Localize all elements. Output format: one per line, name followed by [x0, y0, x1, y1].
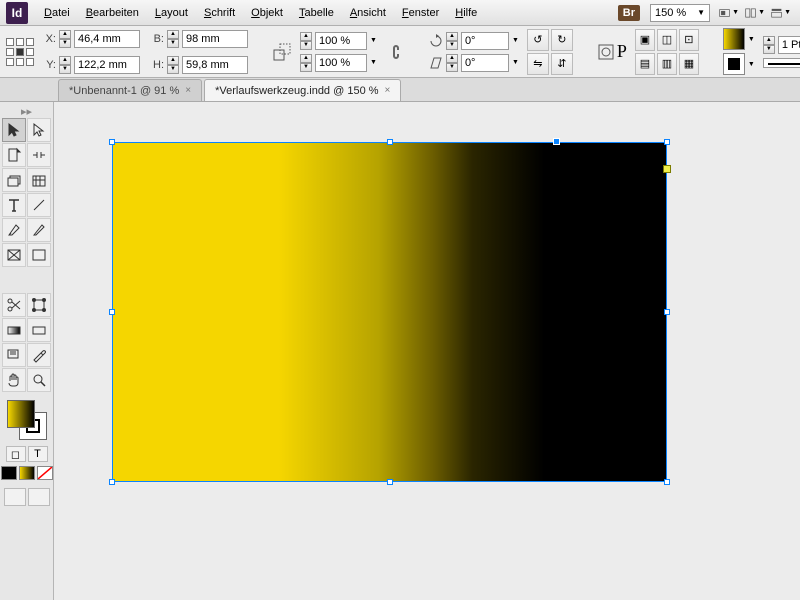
- zoom-level-field[interactable]: 150 %▼: [650, 4, 710, 22]
- rectangle-tool[interactable]: [27, 243, 51, 267]
- resize-handle[interactable]: [109, 309, 115, 315]
- formatting-container-button[interactable]: ◻: [6, 446, 26, 462]
- fit-frame-button[interactable]: ◫: [657, 29, 677, 51]
- apply-none-button[interactable]: [37, 466, 53, 480]
- x-field[interactable]: X: ▲▼ 46,4 mm: [42, 28, 140, 50]
- resize-handle[interactable]: [664, 139, 670, 145]
- menu-ansicht[interactable]: Ansicht: [342, 3, 394, 23]
- menu-layout[interactable]: Layout: [147, 3, 196, 23]
- resize-handle[interactable]: [109, 479, 115, 485]
- pen-tool[interactable]: [2, 218, 26, 242]
- tool-panel: ▸▸ ◻ T: [0, 102, 54, 600]
- hand-tool[interactable]: [2, 368, 26, 392]
- scale-icon: [272, 40, 292, 64]
- rotate-cw-button[interactable]: ↻: [551, 29, 573, 51]
- resize-handle[interactable]: [387, 479, 393, 485]
- app-logo: Id: [6, 2, 28, 24]
- gradient-fill: [113, 143, 666, 481]
- auto-fit-button[interactable]: ▦: [679, 53, 699, 75]
- constrain-proportions-icon[interactable]: [385, 40, 405, 64]
- resize-handle[interactable]: [664, 309, 670, 315]
- menu-objekt[interactable]: Objekt: [243, 3, 291, 23]
- panel-grip[interactable]: ▸▸: [0, 106, 53, 116]
- rotate-icon: [429, 34, 443, 48]
- close-icon[interactable]: ×: [385, 85, 391, 96]
- stroke-style-field[interactable]: ▼: [763, 58, 800, 68]
- workspace-button[interactable]: ▼: [770, 3, 792, 23]
- scale-y-field[interactable]: ▲▼ 100 %▼: [300, 54, 377, 72]
- content-collector-tool[interactable]: [2, 168, 26, 192]
- fit-content-button[interactable]: ▣: [635, 29, 655, 51]
- menu-fenster[interactable]: Fenster: [394, 3, 447, 23]
- document-tab[interactable]: *Verlaufswerkzeug.indd @ 150 % ×: [204, 79, 401, 101]
- h-field[interactable]: H: ▲▼ 59,8 mm: [150, 54, 248, 76]
- fitting-buttons[interactable]: ▣ ◫ ⊡ ▤ ▥ ▦: [635, 29, 699, 75]
- bridge-badge[interactable]: Br: [618, 5, 640, 21]
- center-content-button[interactable]: ⊡: [679, 29, 699, 51]
- fill-prop-button[interactable]: ▤: [635, 53, 655, 75]
- resize-handle[interactable]: [109, 139, 115, 145]
- content-placer-tool[interactable]: [27, 168, 51, 192]
- note-tool[interactable]: [2, 343, 26, 367]
- flip-vertical-button[interactable]: ⇵: [551, 53, 573, 75]
- screen-mode-button[interactable]: ▼: [718, 3, 740, 23]
- gradient-swatch-tool[interactable]: [2, 318, 26, 342]
- w-field[interactable]: B: ▲▼ 98 mm: [150, 28, 248, 50]
- control-bar: X: ▲▼ 46,4 mm B: ▲▼ 98 mm Y: ▲▼ 122,2 mm…: [0, 26, 800, 78]
- rotate-ccw-button[interactable]: ↺: [527, 29, 549, 51]
- rectangle-frame-tool[interactable]: [2, 243, 26, 267]
- document-tabs: *Unbenannt-1 @ 91 % × *Verlaufswerkzeug.…: [0, 78, 800, 102]
- eyedropper-tool[interactable]: [27, 343, 51, 367]
- line-tool[interactable]: [27, 193, 51, 217]
- gradient-annotator-stop[interactable]: [663, 165, 671, 173]
- scissors-tool[interactable]: [2, 293, 26, 317]
- gradient-annotator-start[interactable]: [553, 138, 560, 145]
- selection-tool[interactable]: [2, 118, 26, 142]
- page-tool[interactable]: [2, 143, 26, 167]
- fill-proxy[interactable]: [7, 400, 35, 428]
- preview-view-button[interactable]: [28, 488, 50, 506]
- resize-handle[interactable]: [664, 479, 670, 485]
- menu-bar: Id Datei Bearbeiten Layout Schrift Objek…: [0, 0, 800, 26]
- close-icon[interactable]: ×: [185, 85, 191, 96]
- document-tab[interactable]: *Unbenannt-1 @ 91 % ×: [58, 79, 202, 101]
- zoom-tool[interactable]: [27, 368, 51, 392]
- menu-schrift[interactable]: Schrift: [196, 3, 243, 23]
- fill-stroke-proxy[interactable]: [7, 400, 47, 440]
- type-tool[interactable]: [2, 193, 26, 217]
- stroke-weight-field[interactable]: ▲▼ 1 Pt▼: [763, 36, 800, 54]
- document-canvas[interactable]: [54, 102, 800, 600]
- scale-x-field[interactable]: ▲▼ 100 %▼: [300, 32, 377, 50]
- flip-horizontal-button[interactable]: ⇋: [527, 53, 549, 75]
- apply-gradient-button[interactable]: [19, 466, 35, 480]
- direct-selection-tool[interactable]: [27, 118, 51, 142]
- arrange-documents-button[interactable]: ▼: [744, 3, 766, 23]
- y-field[interactable]: Y: ▲▼ 122,2 mm: [42, 54, 140, 76]
- menu-hilfe[interactable]: Hilfe: [447, 3, 485, 23]
- apply-color-button[interactable]: [1, 466, 17, 480]
- menu-bearbeiten[interactable]: Bearbeiten: [78, 3, 147, 23]
- free-transform-tool[interactable]: [27, 293, 51, 317]
- stroke-swatch[interactable]: [723, 53, 745, 75]
- shear-field[interactable]: ▲▼ 0°▼: [429, 54, 519, 72]
- letter-p-icon: P: [617, 41, 627, 62]
- formatting-text-button[interactable]: T: [28, 446, 48, 462]
- gap-tool[interactable]: [27, 143, 51, 167]
- rotate-flip-buttons[interactable]: ↺ ↻ ⇋ ⇵: [527, 29, 573, 75]
- gradient-feather-tool[interactable]: [27, 318, 51, 342]
- reference-point-locator[interactable]: [6, 37, 34, 67]
- container-select-icon[interactable]: [597, 43, 615, 61]
- chevron-down-icon: ▼: [697, 8, 705, 17]
- selected-frame[interactable]: [112, 142, 667, 482]
- menu-datei[interactable]: Datei: [36, 3, 78, 23]
- pencil-tool[interactable]: [27, 218, 51, 242]
- fill-swatch[interactable]: [723, 28, 745, 50]
- shear-icon: [429, 56, 443, 70]
- rotate-field[interactable]: ▲▼ 0°▼: [429, 32, 519, 50]
- resize-handle[interactable]: [387, 139, 393, 145]
- normal-view-button[interactable]: [4, 488, 26, 506]
- menu-tabelle[interactable]: Tabelle: [291, 3, 342, 23]
- fit-prop-button[interactable]: ▥: [657, 53, 677, 75]
